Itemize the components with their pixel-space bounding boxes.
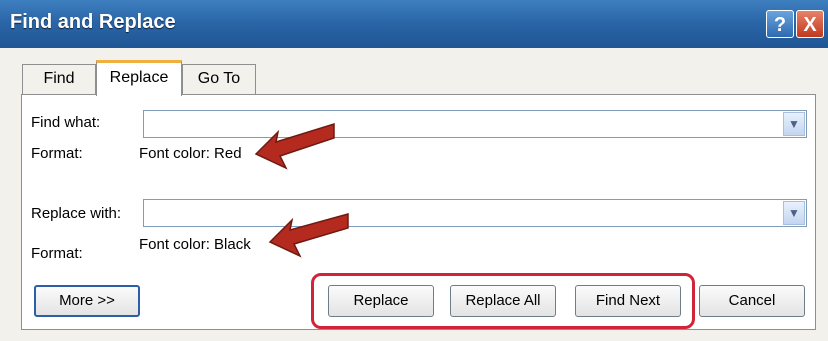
find-what-input[interactable]: ▼ <box>143 110 807 138</box>
replace-format-value: Font color: Black <box>139 236 251 253</box>
arrow-icon <box>254 122 335 170</box>
tab-find[interactable]: Find <box>22 64 96 94</box>
chevron-down-icon[interactable]: ▼ <box>783 201 805 225</box>
cancel-button[interactable]: Cancel <box>699 285 805 317</box>
close-button[interactable]: X <box>796 10 824 38</box>
replace-panel: Find what: ▼ Format: Font color: Red Rep… <box>21 94 816 330</box>
replace-with-label: Replace with: <box>31 205 122 222</box>
window-title: Find and Replace <box>10 11 176 33</box>
replace-button[interactable]: Replace <box>328 285 434 317</box>
more-button[interactable]: More >> <box>34 285 140 317</box>
replace-all-button[interactable]: Replace All <box>450 285 556 317</box>
tab-replace[interactable]: Replace <box>96 60 182 96</box>
find-next-button[interactable]: Find Next <box>575 285 681 317</box>
replace-with-input[interactable]: ▼ <box>143 199 807 227</box>
find-format-label: Format: <box>31 145 83 162</box>
find-format-value: Font color: Red <box>139 145 242 162</box>
find-and-replace-dialog: Find and Replace ? X Find Replace Go To … <box>0 0 828 341</box>
tab-go-to[interactable]: Go To <box>182 64 256 94</box>
title-bar[interactable]: Find and Replace ? X <box>0 0 828 48</box>
help-button[interactable]: ? <box>766 10 794 38</box>
arrow-icon <box>268 213 349 258</box>
chevron-down-icon[interactable]: ▼ <box>783 112 805 136</box>
replace-format-label: Format: <box>31 245 83 262</box>
find-what-label: Find what: <box>31 114 101 131</box>
